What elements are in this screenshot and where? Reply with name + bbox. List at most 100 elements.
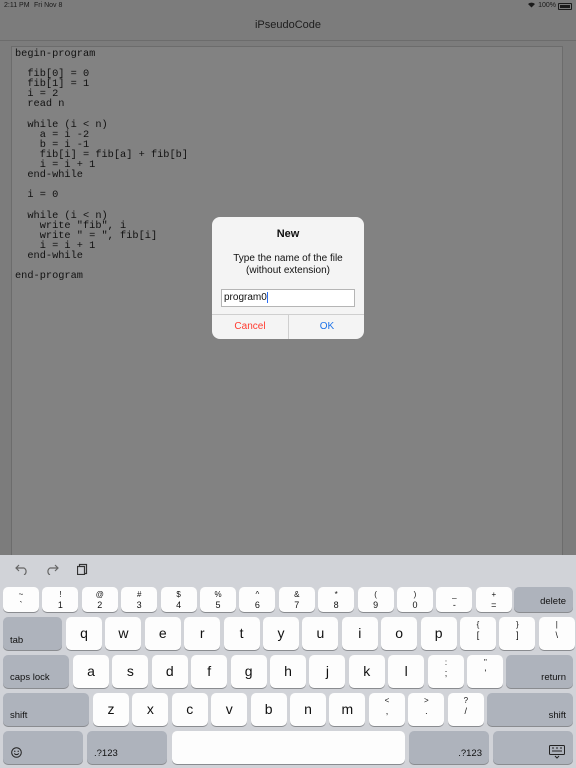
key-m[interactable]: m <box>329 693 366 726</box>
key-label: d <box>165 663 174 679</box>
key-3[interactable]: #3 <box>121 587 158 612</box>
key-;[interactable]: :; <box>428 655 464 688</box>
key-8[interactable]: * 8 <box>318 587 355 612</box>
key-j[interactable]: j <box>309 655 346 688</box>
key-label: o <box>395 625 404 641</box>
key-shift-label: { <box>476 620 480 629</box>
key-h[interactable]: h <box>270 655 306 688</box>
key-9[interactable]: (9 <box>357 587 394 612</box>
key-shift-label: } <box>516 620 519 629</box>
key-b[interactable]: b <box>250 693 287 726</box>
key-label: q <box>80 625 88 641</box>
filename-input[interactable]: program0 <box>221 289 355 307</box>
key-2[interactable]: @2 <box>81 587 118 612</box>
key-p[interactable]: p <box>420 617 457 650</box>
key-x[interactable]: x <box>132 693 169 726</box>
tab-key[interactable]: tab <box>3 617 62 650</box>
key-i[interactable]: i <box>341 617 378 650</box>
key-label: .?123 <box>94 748 118 759</box>
status-date: Fri Nov 8 <box>34 2 63 9</box>
key-v[interactable]: v <box>211 693 248 726</box>
key-label: ` <box>19 600 23 610</box>
key-label: - <box>452 600 456 610</box>
emoji-key[interactable] <box>3 731 83 764</box>
keyboard-toolbar <box>0 555 576 585</box>
key-6[interactable]: ^ 6 <box>239 587 276 612</box>
key-t[interactable]: t <box>223 617 260 650</box>
delete-key[interactable]: delete <box>514 587 573 612</box>
key-label: 2 <box>97 600 103 610</box>
redo-icon[interactable] <box>45 563 59 578</box>
filename-value: program0 <box>224 292 267 303</box>
key-label: h <box>284 663 292 679</box>
page-title: iPseudoCode <box>254 19 322 31</box>
key-c[interactable]: c <box>171 693 208 726</box>
space-key[interactable] <box>172 731 405 764</box>
ok-button[interactable]: OK <box>289 315 364 339</box>
key-label: 9 <box>373 600 379 610</box>
key-y[interactable]: y <box>263 617 299 650</box>
key-shift-label: ? <box>463 696 469 705</box>
key-shift-label: $ <box>176 590 181 599</box>
key-label: delete <box>540 596 566 607</box>
key-label: w <box>118 625 129 641</box>
key-s[interactable]: s <box>112 655 149 688</box>
key-z[interactable]: z <box>93 693 129 726</box>
key-4[interactable]: $4 <box>160 587 197 612</box>
key-n[interactable]: n <box>290 693 326 726</box>
key-label: r <box>199 625 205 641</box>
emoji-icon <box>11 745 22 763</box>
key-u[interactable]: u <box>302 617 339 650</box>
key-[[interactable]: {[ <box>460 617 496 650</box>
undo-icon[interactable] <box>15 563 29 578</box>
key-1[interactable]: ! 1 <box>42 587 79 612</box>
keyboard-dismiss-key[interactable] <box>493 731 573 764</box>
key-label: . <box>425 706 428 716</box>
key-label: ] <box>516 630 519 640</box>
key-shift-label: # <box>136 590 142 599</box>
key-=[interactable]: + = <box>475 587 512 612</box>
key-l[interactable]: l <box>388 655 425 688</box>
cancel-button[interactable]: Cancel <box>212 315 288 339</box>
key-label: [ <box>476 630 480 640</box>
key-shift-label: < <box>384 696 390 705</box>
key-o[interactable]: o <box>381 617 418 650</box>
key-/[interactable]: ? / <box>447 693 484 726</box>
key-label: shift <box>10 710 28 721</box>
key-shift-label: ( <box>374 590 377 599</box>
key-label: 8 <box>333 600 339 610</box>
key--[interactable]: _ - <box>436 587 473 612</box>
key-f[interactable]: f <box>191 655 228 688</box>
key-'[interactable]: " ' <box>467 655 504 688</box>
key-\[interactable]: | \ <box>538 617 575 650</box>
return-key[interactable]: return <box>506 655 573 688</box>
key-label: 3 <box>136 600 142 610</box>
key-label: l <box>404 663 408 679</box>
shift-right-key[interactable]: shift <box>487 693 573 726</box>
numbers-key-right[interactable]: .?123 <box>409 731 489 764</box>
key-5[interactable]: % 5 <box>200 587 236 612</box>
key-k[interactable]: k <box>348 655 385 688</box>
key-,[interactable]: <, <box>369 693 405 726</box>
clipboard-icon[interactable] <box>76 563 89 578</box>
key-.[interactable]: >. <box>408 693 445 726</box>
key-label: 0 <box>412 600 418 610</box>
key-label: j <box>325 663 329 679</box>
key-0[interactable]: ) 0 <box>397 587 433 612</box>
key-][interactable]: }] <box>499 617 536 650</box>
key-w[interactable]: w <box>105 617 142 650</box>
dialog-message: Type the name of the file (without exten… <box>233 253 343 276</box>
key-d[interactable]: d <box>151 655 188 688</box>
caps-lock-key[interactable]: caps lock <box>3 655 69 688</box>
key-q[interactable]: q <box>66 617 102 650</box>
key-7[interactable]: & 7 <box>278 587 315 612</box>
key-g[interactable]: g <box>230 655 267 688</box>
key-shift-label: : <box>444 658 448 667</box>
numbers-key-left[interactable]: .?123 <box>87 731 167 764</box>
key-`[interactable]: ~ ` <box>3 587 39 612</box>
key-r[interactable]: r <box>184 617 221 650</box>
shift-left-key[interactable]: shift <box>3 693 89 726</box>
key-e[interactable]: e <box>144 617 181 650</box>
key-label: n <box>304 701 312 717</box>
key-a[interactable]: a <box>73 655 109 688</box>
